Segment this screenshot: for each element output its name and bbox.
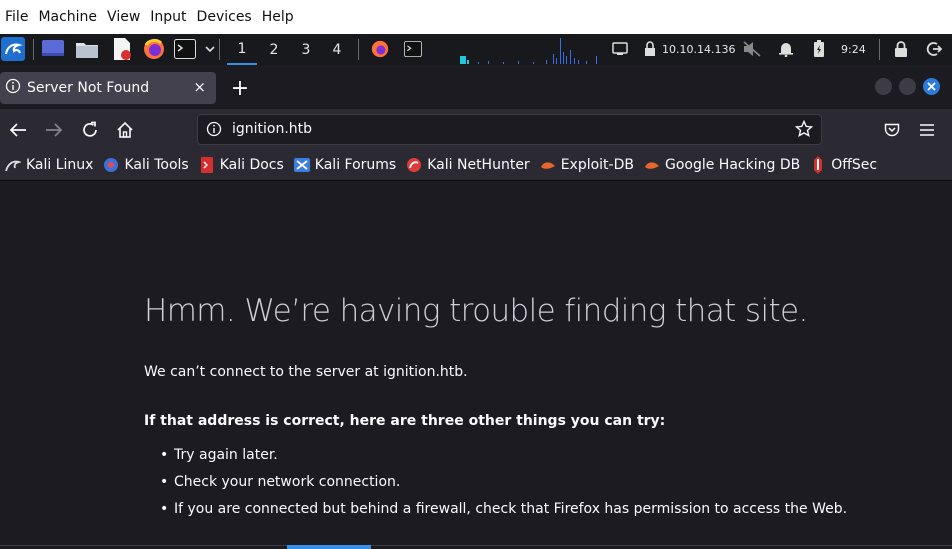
bookmark-kali-tools[interactable]: Kali Tools xyxy=(103,157,189,173)
pocket-button[interactable] xyxy=(879,117,905,143)
mute-icon[interactable] xyxy=(740,37,764,61)
bookmark-label: Kali Forums xyxy=(314,157,397,173)
tab-server-not-found[interactable]: Server Not Found × xyxy=(0,72,216,104)
reload-button[interactable] xyxy=(77,117,103,143)
panel-separator xyxy=(219,39,220,60)
close-icon xyxy=(927,82,936,91)
kali-tools-icon xyxy=(103,157,119,173)
menu-file[interactable]: File xyxy=(2,0,35,34)
panel-separator xyxy=(33,39,34,60)
bookmark-kali-nethunter[interactable]: Kali NetHunter xyxy=(406,157,530,173)
workspace-2[interactable]: 2 xyxy=(259,34,289,65)
firefox-icon[interactable] xyxy=(142,37,166,61)
workspace-4[interactable]: 4 xyxy=(322,34,352,65)
desktop-icon[interactable] xyxy=(41,37,65,61)
bookmark-kali-forums[interactable]: Kali Forums xyxy=(293,157,397,173)
vm-menubar: File Machine View Input Devices Help xyxy=(0,0,952,34)
workspace-1[interactable]: 1 xyxy=(227,34,257,65)
battery-icon[interactable] xyxy=(807,37,831,61)
lock-icon[interactable] xyxy=(889,37,913,61)
firefox-window-icon[interactable] xyxy=(368,37,392,61)
bookmark-kali-docs[interactable]: Kali Docs xyxy=(199,157,284,173)
minimize-button[interactable] xyxy=(875,78,892,95)
vpn-lock-icon[interactable] xyxy=(638,37,662,61)
text-editor-icon[interactable] xyxy=(110,37,134,61)
url-bar[interactable]: ignition.htb xyxy=(197,114,822,145)
bookmark-offsec[interactable]: OffSec xyxy=(810,156,878,174)
bookmark-label: Kali Docs xyxy=(219,157,284,173)
bookmark-label: Kali Tools xyxy=(124,157,189,173)
logout-icon[interactable] xyxy=(922,37,946,61)
menu-view[interactable]: View xyxy=(104,0,147,34)
ghdb-icon xyxy=(644,157,660,173)
home-icon xyxy=(117,121,133,138)
new-tab-button[interactable]: + xyxy=(226,74,254,102)
back-button[interactable] xyxy=(5,117,31,143)
forward-button[interactable] xyxy=(41,117,67,143)
arrow-left-icon xyxy=(9,123,26,137)
file-manager-icon[interactable] xyxy=(75,37,99,61)
tab-strip: Server Not Found × + xyxy=(0,65,952,109)
error-page: Hmm. We’re having trouble finding that s… xyxy=(0,181,952,549)
suggestions-heading: If that address is correct, here are thr… xyxy=(144,413,666,429)
hamburger-icon xyxy=(920,124,934,136)
close-window-button[interactable] xyxy=(923,78,940,95)
list-item: Check your network connection. xyxy=(160,474,847,501)
bookmark-label: Kali NetHunter xyxy=(427,157,530,173)
bookmarks-bar: Kali Linux Kali Tools Kali Docs Kali For… xyxy=(0,150,952,181)
nethunter-icon xyxy=(406,157,422,173)
app-menu-button[interactable] xyxy=(914,117,940,143)
bookmark-label: Exploit-DB xyxy=(560,157,634,173)
bookmark-kali-linux[interactable]: Kali Linux xyxy=(5,157,93,173)
list-item: Try again later. xyxy=(160,447,847,474)
tab-close-icon[interactable]: × xyxy=(193,78,206,96)
tab-title: Server Not Found xyxy=(27,80,150,96)
bookmark-google-hacking-db[interactable]: Google Hacking DB xyxy=(644,157,800,173)
menu-devices[interactable]: Devices xyxy=(194,0,259,34)
arrow-right-icon xyxy=(46,123,63,137)
terminal-window-icon[interactable] xyxy=(401,37,425,61)
reload-icon xyxy=(83,121,97,137)
bookmark-star-icon[interactable] xyxy=(794,119,814,142)
terminal-icon[interactable] xyxy=(173,37,197,61)
notification-bell-icon[interactable] xyxy=(774,37,798,61)
suggestions-list: Try again later. Check your network conn… xyxy=(160,447,847,528)
bottom-strip xyxy=(0,545,952,549)
bookmark-exploit-db[interactable]: Exploit-DB xyxy=(540,157,634,173)
site-info-icon[interactable] xyxy=(206,121,222,141)
ip-address: 10.10.14.136 xyxy=(662,43,736,56)
kali-dragon-icon xyxy=(5,157,21,173)
clock[interactable]: 9:24 xyxy=(841,34,866,65)
panel-separator xyxy=(358,39,359,60)
network-graph xyxy=(460,38,597,64)
offsec-icon xyxy=(810,156,826,174)
lan-icon[interactable] xyxy=(608,37,632,61)
menu-machine[interactable]: Machine xyxy=(35,0,104,34)
maximize-button[interactable] xyxy=(899,78,916,95)
pocket-icon xyxy=(884,123,900,137)
exploit-db-icon xyxy=(540,157,556,173)
kali-docs-icon xyxy=(199,157,215,173)
list-item: If you are connected but behind a firewa… xyxy=(160,501,847,528)
menu-input[interactable]: Input xyxy=(147,0,193,34)
bookmark-label: Kali Linux xyxy=(26,157,94,173)
kali-forums-icon xyxy=(293,157,310,173)
try-again-button-edge[interactable] xyxy=(287,545,371,549)
nav-bar: ignition.htb xyxy=(0,109,952,150)
home-button[interactable] xyxy=(112,117,138,143)
info-icon xyxy=(5,78,21,98)
panel-separator xyxy=(879,39,880,60)
kali-menu-icon[interactable] xyxy=(1,37,25,61)
url-text[interactable]: ignition.htb xyxy=(232,115,312,144)
kali-panel: 1 2 3 4 2 2 10.10.14.136 9:24 xyxy=(0,34,952,98)
workspace-3[interactable]: 3 xyxy=(291,34,321,65)
menu-help[interactable]: Help xyxy=(259,0,301,34)
error-title: Hmm. We’re having trouble finding that s… xyxy=(144,293,808,329)
bookmark-label: Google Hacking DB xyxy=(664,157,801,173)
error-description: We can’t connect to the server at igniti… xyxy=(144,364,468,380)
bookmark-label: OffSec xyxy=(831,157,878,173)
